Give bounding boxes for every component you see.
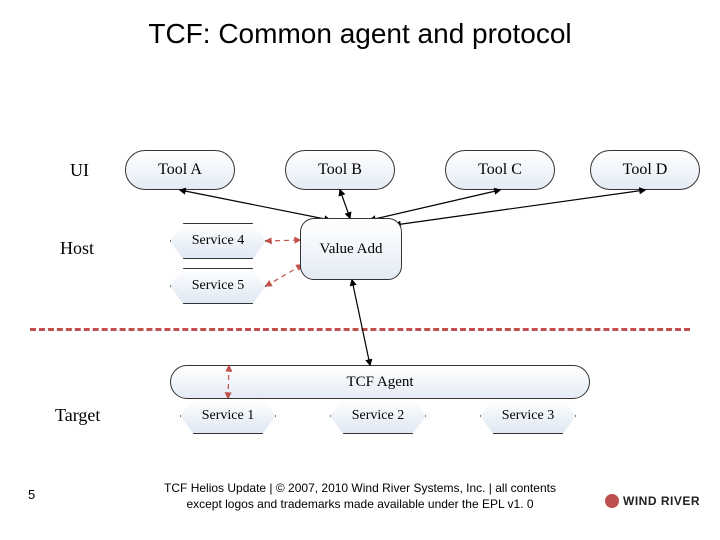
- node-tool-b: Tool B: [285, 150, 395, 190]
- logo-mark-icon: [605, 494, 619, 508]
- slide-title: TCF: Common agent and protocol: [0, 18, 720, 50]
- node-tool-a: Tool A: [125, 150, 235, 190]
- node-tool-d: Tool D: [590, 150, 700, 190]
- node-tcf-agent: TCF Agent: [170, 365, 590, 399]
- node-tool-c: Tool C: [445, 150, 555, 190]
- node-value-add: Value Add: [300, 218, 402, 280]
- node-service-2: Service 2: [330, 398, 426, 434]
- node-service-1: Service 1: [180, 398, 276, 434]
- slide-number: 5: [28, 487, 35, 502]
- label-host: Host: [60, 238, 94, 259]
- label-target: Target: [55, 405, 100, 426]
- node-service-5: Service 5: [170, 268, 266, 304]
- node-service-3: Service 3: [480, 398, 576, 434]
- host-target-divider: [30, 328, 690, 331]
- footer-text: TCF Helios Update | © 2007, 2010 Wind Ri…: [60, 480, 660, 512]
- logo-text: WIND RIVER: [623, 494, 700, 508]
- footer-line-1: TCF Helios Update | © 2007, 2010 Wind Ri…: [164, 481, 556, 495]
- logo-wind-river: WIND RIVER: [605, 494, 700, 508]
- footer-line-2: except logos and trademarks made availab…: [186, 497, 533, 511]
- node-service-4: Service 4: [170, 223, 266, 259]
- label-ui: UI: [70, 160, 89, 181]
